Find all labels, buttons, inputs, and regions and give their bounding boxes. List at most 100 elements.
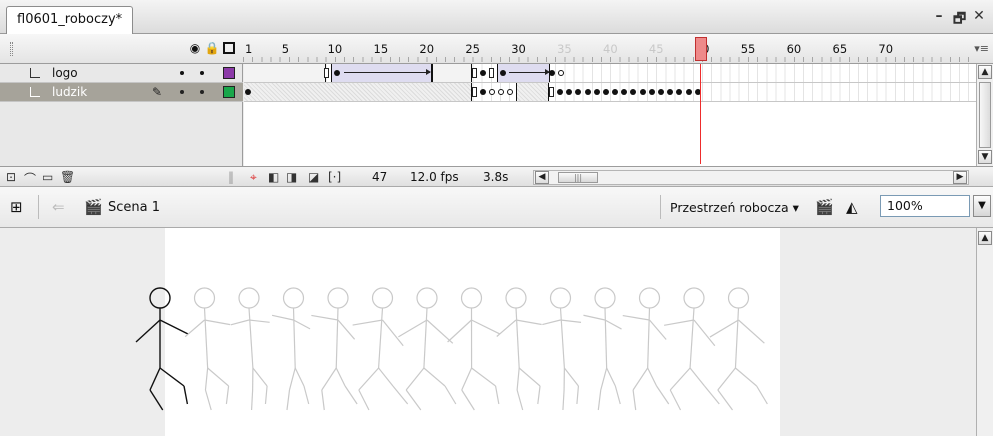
center-frame-icon[interactable]: ⌖ — [250, 170, 257, 185]
panel-grip-icon[interactable] — [10, 42, 13, 56]
minimize-icon[interactable]: – — [933, 8, 945, 32]
playhead[interactable] — [695, 37, 707, 61]
frame-grid[interactable] — [244, 64, 976, 166]
splitter-icon[interactable]: ‖ — [228, 170, 234, 184]
keyframe[interactable] — [500, 70, 506, 76]
keyframe[interactable] — [480, 70, 486, 76]
keyframe[interactable] — [489, 89, 495, 95]
outline-icon[interactable] — [222, 41, 236, 55]
keyframe[interactable] — [602, 89, 609, 95]
tween-arrow — [509, 69, 550, 75]
visibility-dot[interactable] — [180, 71, 184, 75]
onion-outline-icon[interactable]: ◨ — [286, 170, 297, 184]
back-arrow-icon[interactable]: ⇐ — [52, 198, 65, 216]
current-frame: 47 — [372, 170, 388, 184]
keyframe-marker[interactable] — [472, 87, 477, 97]
frame-number: 25 — [465, 42, 480, 56]
new-layer-icon[interactable]: ⊡ — [6, 170, 16, 184]
keyframe-marker[interactable] — [472, 68, 477, 78]
lock-dot[interactable] — [200, 71, 204, 75]
frame-row-ludzik[interactable] — [244, 83, 976, 102]
delete-layer-icon[interactable]: 🗑 — [60, 170, 75, 184]
stick-figure — [271, 287, 311, 411]
keyframe[interactable] — [498, 89, 504, 95]
stick-figure — [352, 287, 409, 411]
keyframe[interactable] — [558, 70, 564, 76]
layer-name[interactable]: logo — [52, 66, 78, 80]
keyframe[interactable] — [648, 89, 655, 95]
keyframe[interactable] — [593, 89, 600, 95]
keyframe-marker[interactable] — [489, 68, 494, 78]
motion-tween[interactable] — [331, 64, 432, 82]
layer-color-swatch[interactable] — [223, 86, 235, 98]
timeline-options-icon[interactable]: ▾≡ — [974, 42, 989, 55]
keyframe[interactable] — [657, 89, 664, 95]
restore-icon[interactable]: 🗗 — [953, 8, 966, 32]
keyframe[interactable] — [480, 89, 486, 95]
new-folder-icon[interactable]: ▭ — [42, 170, 53, 184]
lock-dot[interactable] — [200, 90, 204, 94]
keyframe[interactable] — [667, 89, 674, 95]
scroll-up-icon[interactable]: ▲ — [978, 231, 992, 245]
keyframe[interactable] — [584, 89, 591, 95]
workspace-button[interactable]: Przestrzeń robocza ▾ — [670, 200, 799, 215]
scroll-thumb[interactable] — [979, 82, 991, 148]
edit-multiple-icon[interactable]: ◪ — [308, 170, 319, 184]
scroll-thumb[interactable]: ||| — [558, 172, 598, 183]
divider — [38, 195, 39, 219]
scene-label[interactable]: Scena 1 — [108, 200, 160, 215]
timeline-vertical-scrollbar[interactable]: ▲ ▼ — [976, 64, 993, 166]
scroll-down-icon[interactable]: ▼ — [978, 150, 992, 164]
lock-icon[interactable]: 🔒 — [205, 41, 220, 55]
onion-markers-icon[interactable]: [·] — [328, 170, 341, 184]
keyframe[interactable] — [245, 89, 251, 95]
frame-number: 55 — [740, 42, 756, 56]
keyframe[interactable] — [639, 89, 646, 95]
visibility-dot[interactable] — [180, 90, 184, 94]
chevron-down-icon[interactable]: ▼ — [973, 195, 991, 217]
keyframe[interactable] — [549, 70, 555, 76]
onion-skin-icon[interactable]: ◧ — [268, 170, 279, 184]
frame-rate[interactable]: 12.0 fps — [410, 170, 459, 184]
timeline-toggle-icon[interactable]: ⊞ — [10, 198, 23, 216]
frame-row-logo[interactable] — [244, 64, 976, 83]
frame-span — [244, 64, 326, 82]
layer-name[interactable]: ludzik — [52, 85, 87, 99]
keyframe[interactable] — [566, 89, 573, 95]
close-icon[interactable]: ✕ — [973, 8, 985, 32]
keyframe-marker[interactable] — [324, 68, 329, 78]
frame-ruler[interactable]: 1510152025303540455055606570 — [243, 34, 976, 64]
timeline-header: ◉ 🔒 1510152025303540455055606570 ▾≡ — [0, 34, 993, 64]
frame-number: 20 — [419, 42, 435, 56]
eye-icon[interactable]: ◉ — [188, 41, 202, 55]
keyframe[interactable] — [621, 89, 628, 95]
stage-vertical-scrollbar[interactable]: ▲ — [976, 228, 993, 436]
timeline-horizontal-scrollbar[interactable]: ◀ ||| ▶ — [533, 170, 969, 185]
stage-pasteboard — [0, 228, 976, 436]
scroll-right-icon[interactable]: ▶ — [953, 171, 967, 184]
scroll-left-icon[interactable]: ◀ — [535, 171, 549, 184]
layer-row-logo[interactable]: logo — [0, 64, 243, 83]
edit-scene-icon[interactable]: 🎬 — [815, 198, 834, 216]
zoom-input[interactable]: 100% — [880, 195, 970, 217]
keyframe[interactable] — [334, 70, 340, 76]
stick-figure — [622, 287, 670, 411]
scroll-up-icon[interactable]: ▲ — [978, 65, 992, 79]
layer-row-ludzik[interactable]: ludzik ✎ — [0, 83, 243, 102]
window-controls: – 🗗 ✕ — [933, 8, 985, 32]
keyframe[interactable] — [685, 89, 692, 95]
pencil-icon: ✎ — [152, 85, 163, 99]
keyframe[interactable] — [630, 89, 637, 95]
keyframe[interactable] — [612, 89, 619, 95]
keyframe-marker[interactable] — [549, 87, 554, 97]
keyframe[interactable] — [575, 89, 582, 95]
keyframe[interactable] — [557, 89, 563, 95]
keyframe[interactable] — [676, 89, 683, 95]
edit-symbols-icon[interactable]: ◭ — [846, 198, 858, 216]
divider — [660, 195, 661, 219]
keyframe[interactable] — [507, 89, 513, 95]
motion-guide-icon[interactable]: ⌒ — [24, 170, 36, 187]
layer-color-swatch[interactable] — [223, 67, 235, 79]
document-tab[interactable]: fl0601_roboczy* — [6, 6, 134, 34]
stick-figure — [542, 287, 582, 411]
